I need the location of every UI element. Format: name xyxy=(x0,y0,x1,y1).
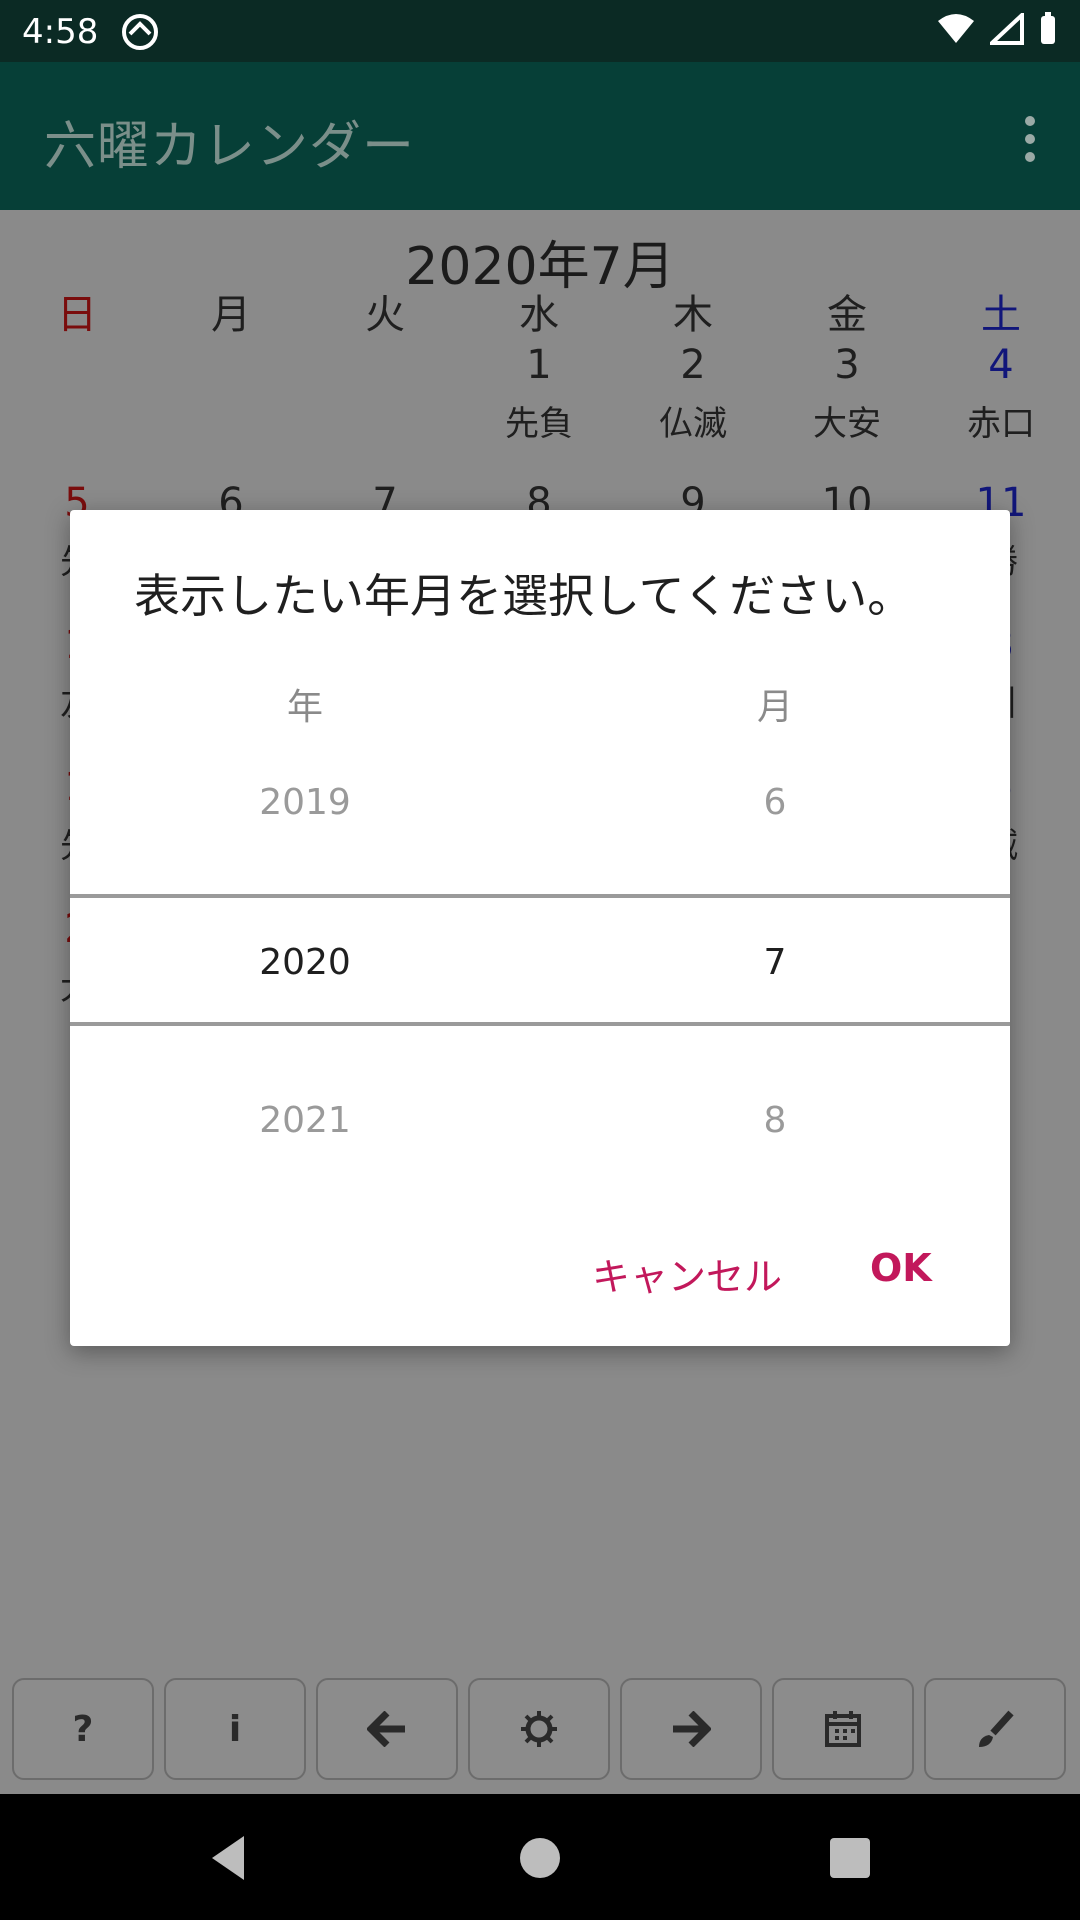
dialog-title: 表示したい年月を選択してください。 xyxy=(134,569,914,623)
previous-month-button[interactable] xyxy=(316,1678,458,1780)
gear-icon xyxy=(521,1711,557,1747)
info-icon: i xyxy=(228,1708,242,1750)
overflow-menu-icon[interactable] xyxy=(1010,112,1050,162)
arrow-right-icon xyxy=(673,1711,711,1747)
status-time: 4:58 xyxy=(22,12,99,52)
weekday-thu: 木 xyxy=(673,292,713,338)
signal-icon xyxy=(990,13,1024,45)
calendar-icon xyxy=(825,1711,861,1747)
theme-button[interactable] xyxy=(924,1678,1066,1780)
month-option-next[interactable]: 8 xyxy=(540,1100,1010,1141)
day-cell[interactable]: 2 仏滅 xyxy=(616,342,770,445)
dnd-icon xyxy=(120,12,160,56)
app-title: 六曜カレンダー xyxy=(44,117,416,177)
weekday-sun: 日 xyxy=(57,292,97,338)
recents-icon[interactable] xyxy=(820,1828,880,1888)
next-month-button[interactable] xyxy=(620,1678,762,1780)
year-option-selected[interactable]: 2020 xyxy=(70,942,540,983)
month-option-selected[interactable]: 7 xyxy=(540,942,1010,983)
app-bar: 六曜カレンダー xyxy=(0,62,1080,210)
home-icon[interactable] xyxy=(510,1828,570,1888)
help-icon: ? xyxy=(72,1708,94,1750)
cancel-button[interactable]: キャンセル xyxy=(592,1246,782,1301)
weekday-header: 日 月 火 水 木 金 土 xyxy=(0,282,1080,340)
month-option-prev[interactable]: 6 xyxy=(540,782,1010,823)
calendar-button[interactable] xyxy=(772,1678,914,1780)
info-button[interactable]: i xyxy=(164,1678,306,1780)
back-icon[interactable] xyxy=(200,1828,260,1888)
day-cell[interactable]: 3 大安 xyxy=(770,342,924,445)
wifi-icon xyxy=(938,14,974,43)
year-option-next[interactable]: 2021 xyxy=(70,1100,540,1141)
weekday-tue: 火 xyxy=(365,292,405,338)
weekday-mon: 月 xyxy=(211,292,251,338)
day-cell[interactable]: 4 赤口 xyxy=(924,342,1078,445)
system-icons xyxy=(936,12,1058,46)
status-bar: 4:58 xyxy=(0,0,1080,62)
settings-button[interactable] xyxy=(468,1678,610,1780)
bottom-toolbar: ? i xyxy=(0,1678,1080,1794)
selection-divider-top xyxy=(70,894,1010,898)
ok-button[interactable]: OK xyxy=(870,1246,932,1290)
day-cell[interactable]: 1 先負 xyxy=(462,342,616,445)
navigation-bar xyxy=(0,1794,1080,1920)
weekday-fri: 金 xyxy=(827,292,867,338)
brush-icon xyxy=(979,1710,1014,1747)
help-button[interactable]: ? xyxy=(12,1678,154,1780)
year-month-picker-dialog: 表示したい年月を選択してください。 年 月 2019 6 2020 7 2021… xyxy=(70,510,1010,1346)
month-column-label: 月 xyxy=(756,687,793,728)
weekday-sat: 土 xyxy=(981,292,1021,338)
selection-divider-bottom xyxy=(70,1022,1010,1026)
year-option-prev[interactable]: 2019 xyxy=(70,782,540,823)
weekday-wed: 水 xyxy=(519,292,559,338)
year-column-label: 年 xyxy=(286,687,323,728)
battery-icon xyxy=(1041,12,1055,44)
arrow-left-icon xyxy=(367,1711,405,1747)
